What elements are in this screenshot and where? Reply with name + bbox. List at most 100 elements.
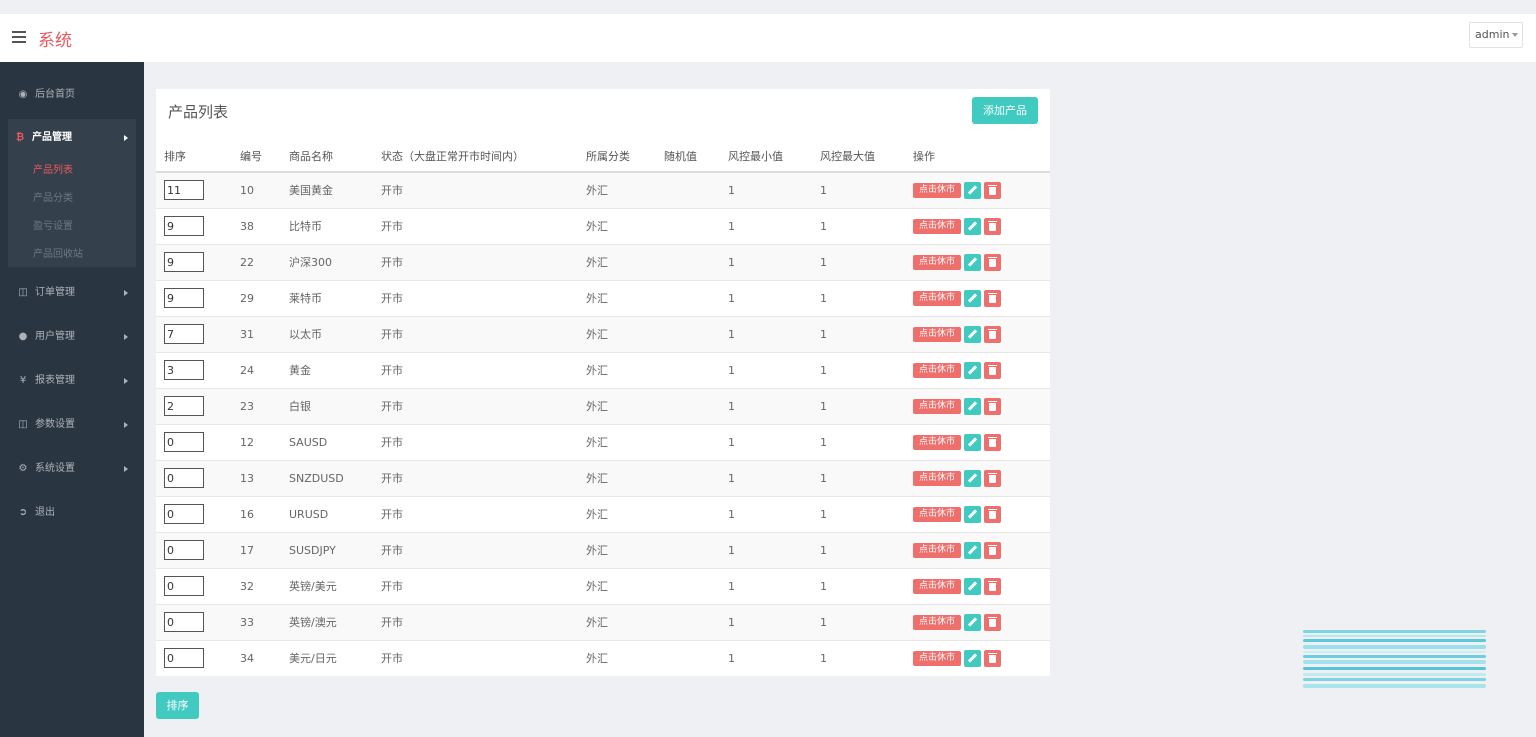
- sort-order-input[interactable]: [164, 324, 204, 344]
- product-random: [664, 387, 728, 424]
- table-row: 16URUSD开市外汇11点击休市: [156, 495, 1050, 532]
- table-row: 22沪深300开市外汇11点击休市: [156, 243, 1050, 280]
- actions-cell: 点击休市: [913, 243, 1050, 280]
- trash-icon[interactable]: [984, 325, 1001, 343]
- sidebar-item-system[interactable]: ⚙ 系统设置: [0, 458, 144, 480]
- sort-order-input[interactable]: [164, 468, 204, 488]
- actions-cell: 点击休市: [913, 315, 1050, 352]
- sidebar-subitem-product-category[interactable]: 产品分类: [33, 191, 73, 207]
- sort-button[interactable]: 排序: [156, 692, 199, 719]
- trash-icon[interactable]: [984, 649, 1001, 667]
- sort-order-input[interactable]: [164, 252, 204, 272]
- trash-icon[interactable]: [984, 361, 1001, 379]
- sort-order-input[interactable]: [164, 648, 204, 669]
- sort-order-input[interactable]: [164, 180, 204, 201]
- sort-order-input[interactable]: [164, 216, 204, 236]
- sort-order-input[interactable]: [164, 360, 204, 380]
- edit-icon[interactable]: [964, 649, 981, 667]
- trash-icon[interactable]: [984, 289, 1001, 307]
- edit-icon[interactable]: [964, 469, 981, 487]
- product-category: 外汇: [586, 315, 664, 352]
- sidebar-subitem-product-recycle[interactable]: 产品回收站: [33, 247, 83, 263]
- edit-icon[interactable]: [964, 613, 981, 631]
- trash-icon[interactable]: [984, 397, 1001, 415]
- trash-icon[interactable]: [984, 577, 1001, 595]
- product-id: 13: [240, 459, 289, 496]
- trash-icon[interactable]: [984, 217, 1001, 235]
- edit-icon[interactable]: [964, 181, 981, 199]
- sidebar-item-logout[interactable]: ➲ 退出: [0, 502, 144, 524]
- trash-icon[interactable]: [984, 469, 1001, 487]
- edit-icon[interactable]: [964, 541, 981, 559]
- edit-icon[interactable]: [964, 325, 981, 343]
- close-market-button[interactable]: 点击休市: [913, 290, 961, 306]
- product-category: 外汇: [586, 207, 664, 244]
- edit-icon[interactable]: [964, 289, 981, 307]
- close-market-button[interactable]: 点击休市: [913, 614, 961, 630]
- sort-order-input[interactable]: [164, 612, 204, 632]
- sidebar-item-params[interactable]: ◫ 参数设置: [0, 414, 144, 436]
- table-row: 34美元/日元开市外汇11点击休市: [156, 639, 1050, 676]
- edit-icon[interactable]: [964, 577, 981, 595]
- close-market-button[interactable]: 点击休市: [913, 506, 961, 522]
- table-row: 12SAUSD开市外汇11点击休市: [156, 423, 1050, 460]
- close-market-button[interactable]: 点击休市: [913, 326, 961, 342]
- close-market-button[interactable]: 点击休市: [913, 470, 961, 486]
- edit-icon[interactable]: [964, 397, 981, 415]
- sort-order-input[interactable]: [164, 288, 204, 308]
- edit-icon[interactable]: [964, 505, 981, 523]
- close-market-button[interactable]: 点击休市: [913, 650, 961, 666]
- close-market-button[interactable]: 点击休市: [913, 362, 961, 378]
- column-header-sort: 排序: [156, 141, 240, 173]
- chevron-right-icon: [124, 290, 128, 296]
- sort-cell: [156, 531, 240, 568]
- close-market-button[interactable]: 点击休市: [913, 182, 961, 198]
- product-id: 29: [240, 279, 289, 316]
- trash-icon[interactable]: [984, 253, 1001, 271]
- column-header-actions: 操作: [913, 141, 1050, 173]
- product-name: 沪深300: [289, 243, 381, 280]
- risk-max: 1: [820, 207, 913, 244]
- sort-cell: [156, 567, 240, 604]
- sidebar-subitem-pnl-settings[interactable]: 盈亏设置: [33, 219, 73, 235]
- trash-icon[interactable]: [984, 613, 1001, 631]
- sign-out-icon: ➲: [18, 507, 28, 518]
- sidebar-item-reports[interactable]: ¥ 报表管理: [0, 370, 144, 392]
- close-market-button[interactable]: 点击休市: [913, 254, 961, 270]
- product-status: 开市: [381, 315, 586, 352]
- actions-cell: 点击休市: [913, 171, 1050, 208]
- close-market-button[interactable]: 点击休市: [913, 434, 961, 450]
- risk-max: 1: [820, 567, 913, 604]
- product-table: 排序 编号 商品名称 状态（大盘正常开市时间内） 所属分类 随机值 风控最小值 …: [156, 141, 1050, 676]
- edit-icon[interactable]: [964, 433, 981, 451]
- sidebar-item-orders[interactable]: ◫ 订单管理: [0, 282, 144, 304]
- sidebar-item-products[interactable]: ₿ 产品管理: [8, 127, 136, 149]
- close-market-button[interactable]: 点击休市: [913, 218, 961, 234]
- trash-icon[interactable]: [984, 505, 1001, 523]
- close-market-button[interactable]: 点击休市: [913, 398, 961, 414]
- trash-icon[interactable]: [984, 541, 1001, 559]
- sidebar-subitem-product-list[interactable]: 产品列表: [33, 163, 73, 179]
- edit-icon[interactable]: [964, 361, 981, 379]
- sidebar-item-users[interactable]: ● 用户管理: [0, 326, 144, 348]
- product-status: 开市: [381, 207, 586, 244]
- user-dropdown[interactable]: admin: [1469, 22, 1523, 48]
- edit-icon[interactable]: [964, 253, 981, 271]
- trash-icon[interactable]: [984, 181, 1001, 199]
- sort-order-input[interactable]: [164, 576, 204, 596]
- trash-icon[interactable]: [984, 433, 1001, 451]
- edit-icon[interactable]: [964, 217, 981, 235]
- close-market-button[interactable]: 点击休市: [913, 578, 961, 594]
- menu-toggle-icon[interactable]: [12, 31, 26, 43]
- add-product-button[interactable]: 添加产品: [972, 97, 1038, 124]
- product-name: 黄金: [289, 351, 381, 388]
- sort-order-input[interactable]: [164, 432, 204, 452]
- sort-order-input[interactable]: [164, 540, 204, 560]
- close-market-button[interactable]: 点击休市: [913, 542, 961, 558]
- product-category: 外汇: [586, 279, 664, 316]
- sort-order-input[interactable]: [164, 504, 204, 524]
- sidebar-item-home[interactable]: ◉ 后台首页: [0, 84, 144, 106]
- product-status: 开市: [381, 387, 586, 424]
- sort-order-input[interactable]: [164, 396, 204, 416]
- sidebar-item-label: 订单管理: [35, 287, 75, 298]
